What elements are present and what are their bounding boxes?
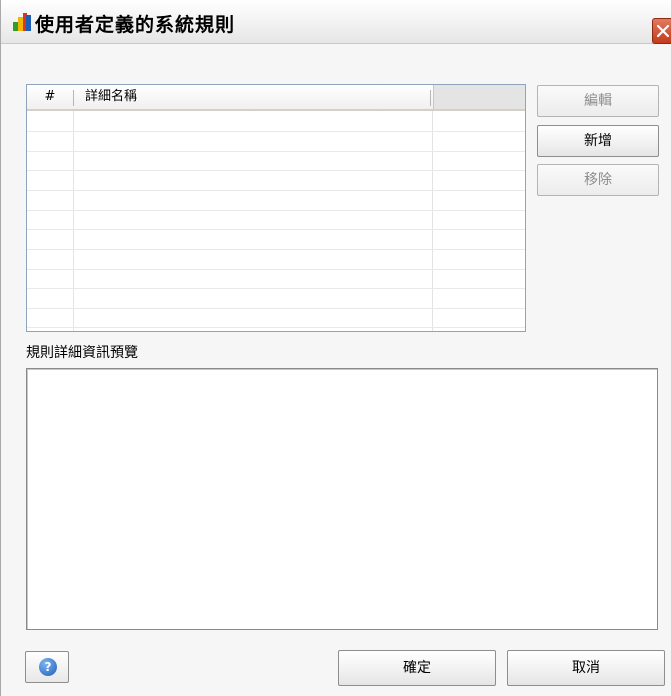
- ok-button[interactable]: 確定: [338, 650, 496, 686]
- column-header-name[interactable]: 詳細名稱: [73, 85, 433, 111]
- cancel-button[interactable]: 取消: [507, 650, 665, 686]
- header-separator[interactable]: [430, 90, 431, 106]
- table-row: [27, 190, 525, 191]
- rule-preview-box[interactable]: [26, 368, 658, 630]
- remove-button[interactable]: 移除: [537, 164, 659, 196]
- help-icon: ?: [39, 658, 57, 676]
- table-row: [27, 249, 525, 250]
- column-header-extra[interactable]: [433, 85, 525, 111]
- add-button[interactable]: 新增: [537, 125, 659, 157]
- table-row: [27, 131, 525, 132]
- close-icon: [656, 24, 670, 38]
- table-row: [27, 229, 525, 230]
- table-row: [27, 210, 525, 211]
- column-header-number[interactable]: #: [27, 85, 73, 111]
- table-row: [27, 288, 525, 289]
- rules-table[interactable]: # 詳細名稱: [26, 84, 526, 332]
- title-bar[interactable]: 使用者定義的系統規則: [1, 0, 671, 44]
- grid-line: [432, 111, 433, 331]
- dialog-window: 使用者定義的系統規則 # 詳細名稱 編輯 新增 移除 規則詳細資訊預覽 ? 確定: [0, 0, 671, 696]
- table-row: [27, 170, 525, 171]
- table-row: [27, 269, 525, 270]
- window-title: 使用者定義的系統規則: [35, 14, 236, 36]
- avg-logo-icon: [13, 13, 31, 31]
- edit-button[interactable]: 編輯: [537, 85, 659, 117]
- preview-label: 規則詳細資訊預覽: [26, 345, 138, 361]
- help-button[interactable]: ?: [25, 651, 69, 683]
- table-row: [27, 327, 525, 328]
- close-button[interactable]: [652, 18, 671, 44]
- header-separator[interactable]: [73, 90, 74, 106]
- table-row: [27, 308, 525, 309]
- table-row: [27, 151, 525, 152]
- grid-line: [73, 111, 74, 331]
